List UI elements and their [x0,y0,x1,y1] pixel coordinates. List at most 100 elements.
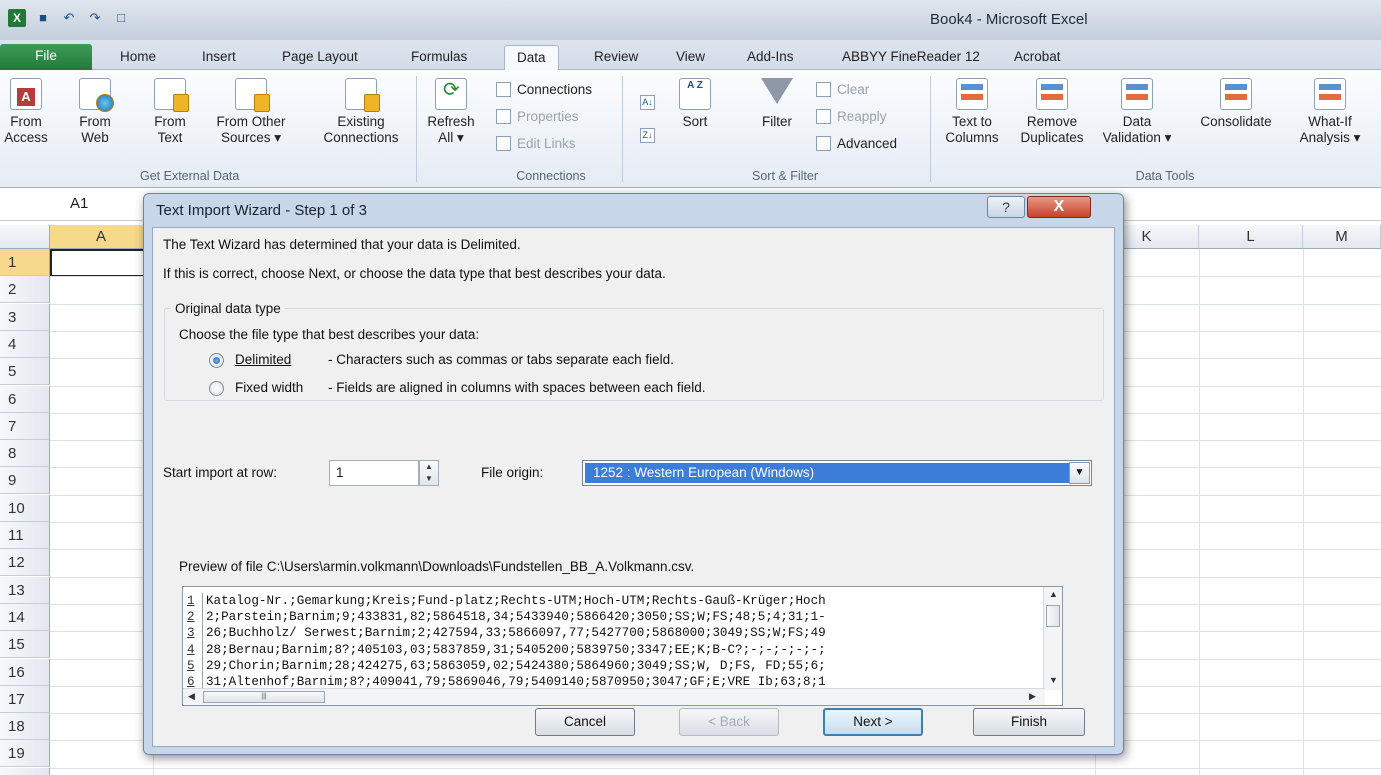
what-if-label-1: What-If [1308,114,1352,129]
group-label-sort-filter: Sort & Filter [752,169,818,183]
properties-button[interactable]: Properties [496,109,579,124]
row-header[interactable]: 3 [0,303,50,331]
file-preview[interactable]: 1 Katalog-Nr.;Gemarkung;Kreis;Fund-platz;… [182,586,1063,706]
row-header[interactable]: 1 [0,249,50,276]
help-button[interactable]: ? [987,196,1025,218]
connections-icon [496,82,511,97]
reapply-label: Reapply [837,109,887,124]
save-icon[interactable]: ■ [34,9,52,27]
data-validation-button[interactable]: Data Validation ▾ [1094,78,1180,146]
properties-icon [496,109,511,124]
row-header[interactable]: 5 [0,358,50,386]
row-header[interactable]: 11 [0,522,50,549]
file-origin-select[interactable]: 1252 : Western European (Windows) ▼ [582,460,1092,486]
name-box[interactable]: A1 [70,195,88,212]
select-all-corner[interactable] [0,225,50,249]
remove-duplicates-label-2: Duplicates [1020,130,1084,145]
column-header-a[interactable]: A [50,225,153,249]
tab-add-ins[interactable]: Add-Ins [735,45,806,70]
connections-button[interactable]: Connections [496,82,592,97]
row-header[interactable]: 8 [0,440,50,468]
cancel-button[interactable]: Cancel [535,708,635,736]
advanced-filter-button[interactable]: Advanced [816,136,897,151]
column-header-m[interactable]: M [1303,225,1381,249]
excel-app-icon[interactable]: X [8,9,26,27]
fixed-width-radio[interactable] [209,381,224,396]
tab-formulas[interactable]: Formulas [399,45,479,70]
fixed-width-label[interactable]: Fixed width [235,380,303,395]
sort-descending-button[interactable]: Z↓ [640,128,655,143]
active-cell-a1[interactable] [50,249,153,277]
close-button[interactable]: X [1027,196,1091,218]
vertical-scroll-thumb[interactable] [1046,605,1060,627]
row-header[interactable]: 13 [0,576,50,604]
what-if-label-2: Analysis ▾ [1299,130,1361,145]
preview-label: Preview of file C:\Users\armin.volkmann\… [179,559,695,574]
filter-funnel-icon [761,78,793,104]
tab-page-layout[interactable]: Page Layout [270,45,370,70]
new-document-icon[interactable]: □ [112,9,130,27]
preview-vertical-scrollbar[interactable]: ▲ ▼ [1043,587,1062,690]
sort-ascending-button[interactable]: A↓ [640,95,655,110]
row-header[interactable]: 10 [0,494,50,522]
scroll-left-icon[interactable]: ◀ [188,691,195,702]
scroll-down-icon[interactable]: ▼ [1049,675,1058,685]
row-header[interactable]: 15 [0,631,50,659]
tab-data[interactable]: Data [504,45,559,70]
existing-connections-button[interactable]: Existing Connections [312,78,410,146]
tab-view[interactable]: View [664,45,717,70]
row-header[interactable]: 7 [0,412,50,440]
start-row-input[interactable]: 1 [329,460,419,486]
back-button[interactable]: < Back [679,708,779,736]
clear-filter-button[interactable]: Clear [816,82,869,97]
reapply-button[interactable]: Reapply [816,109,887,124]
start-row-spinner[interactable]: ▲ ▼ [419,460,439,486]
remove-duplicates-button[interactable]: Remove Duplicates [1012,78,1092,146]
row-header[interactable]: 17 [0,685,50,713]
row-header[interactable]: 2 [0,276,50,304]
redo-icon[interactable]: ↷ [86,9,104,27]
row-header[interactable]: 20 [0,767,50,775]
refresh-all-button[interactable]: Refresh All ▾ [422,78,480,146]
from-text-button[interactable]: From Text [146,78,194,146]
row-header[interactable]: 14 [0,603,50,631]
text-to-columns-label-1: Text to [952,114,992,129]
scroll-up-icon[interactable]: ▲ [1049,589,1058,599]
existing-connections-label-1: Existing [337,114,385,129]
row-header[interactable]: 19 [0,740,50,768]
preview-line-number: 2 [183,609,203,626]
tab-abbyy[interactable]: ABBYY FineReader 12 [830,45,992,70]
text-to-columns-button[interactable]: Text to Columns [940,78,1004,146]
filter-button[interactable]: Filter [752,78,802,130]
from-web-button[interactable]: From Web [70,78,120,146]
dropdown-arrow-icon[interactable]: ▼ [1069,462,1090,484]
row-header[interactable]: 6 [0,385,50,413]
horizontal-scroll-thumb[interactable]: ||| [203,691,325,703]
row-header[interactable]: 12 [0,549,50,577]
column-header-l[interactable]: L [1199,225,1303,249]
delimited-radio[interactable] [209,353,224,368]
next-button[interactable]: Next > [823,708,923,736]
tab-insert[interactable]: Insert [190,45,248,70]
row-header[interactable]: 4 [0,330,50,358]
from-access-button[interactable]: From Access [0,78,52,146]
undo-icon[interactable]: ↶ [60,9,78,27]
tab-review[interactable]: Review [582,45,650,70]
scroll-right-icon[interactable]: ▶ [1029,691,1036,702]
row-header[interactable]: 16 [0,658,50,686]
delimited-label[interactable]: Delimited [235,352,291,367]
finish-button[interactable]: Finish [973,708,1085,736]
sort-button[interactable]: A Z Sort [672,78,718,130]
tab-home[interactable]: Home [108,45,168,70]
tab-acrobat[interactable]: Acrobat [1002,45,1073,70]
filter-label: Filter [762,114,792,129]
existing-connections-icon [345,78,380,112]
row-header[interactable]: 18 [0,713,50,741]
consolidate-button[interactable]: Consolidate [1188,78,1284,130]
preview-horizontal-scrollbar[interactable]: ◀ ||| ▶ [183,688,1045,705]
row-header[interactable]: 9 [0,467,50,495]
edit-links-button[interactable]: Edit Links [496,136,576,151]
from-other-sources-button[interactable]: From Other Sources ▾ [205,78,297,146]
tab-file[interactable]: File [0,44,92,71]
what-if-analysis-button[interactable]: What-If Analysis ▾ [1290,78,1370,146]
